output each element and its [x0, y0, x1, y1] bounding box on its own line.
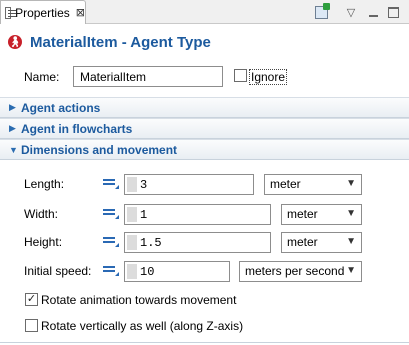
chevron-down-icon: ▼ — [346, 178, 356, 189]
agent-type-icon: 🚶︎ — [8, 35, 22, 49]
initial-speed-unit-select[interactable]: meters per second ▼ — [239, 261, 362, 282]
length-unit-select[interactable]: meter ▼ — [264, 174, 362, 195]
maximize-icon[interactable] — [387, 4, 399, 20]
field-mode-icon — [127, 235, 137, 250]
properties-icon — [5, 6, 17, 19]
rotate-animation-row: ✓ Rotate animation towards movement — [0, 290, 409, 310]
page-title: MaterialItem - Agent Type — [30, 33, 211, 51]
length-field[interactable]: 3 — [124, 174, 254, 195]
field-mode-icon — [127, 177, 137, 192]
initial-speed-unit: meters per second — [245, 264, 345, 278]
section-agent-in-flowcharts[interactable]: ▶ Agent in flowcharts — [0, 118, 409, 139]
minimize-icon[interactable] — [367, 4, 379, 20]
section-dimensions-and-movement[interactable]: ▼ Dimensions and movement — [0, 139, 409, 160]
width-field[interactable]: 1 — [124, 204, 271, 225]
rotate-vertical-row: Rotate vertically as well (along Z-axis) — [0, 316, 409, 336]
name-field[interactable] — [73, 66, 223, 87]
ignore-checkbox[interactable] — [234, 69, 247, 82]
section-divider — [0, 342, 409, 343]
static-value-icon[interactable] — [103, 236, 119, 247]
length-unit: meter — [270, 177, 301, 191]
height-unit: meter — [287, 235, 318, 249]
ignore-label[interactable]: Ignore — [249, 69, 288, 85]
rotate-vertical-checkbox[interactable] — [25, 319, 38, 332]
chevron-down-icon: ▼ — [346, 265, 356, 276]
chevron-down-icon: ▼ — [9, 144, 18, 155]
chevron-right-icon: ▶ — [9, 123, 16, 133]
length-value: 3 — [140, 178, 148, 192]
tab-title: Properties — [15, 5, 70, 20]
pin-view-icon[interactable] — [313, 2, 330, 20]
initial-speed-field[interactable]: 10 — [124, 261, 230, 282]
view-tab-bar: Properties ⊠ ▽ — [0, 0, 409, 24]
section-agent-actions[interactable]: ▶ Agent actions — [0, 97, 409, 118]
static-value-icon[interactable] — [103, 178, 119, 189]
section-label: Agent in flowcharts — [21, 121, 133, 136]
name-label: Name: — [24, 70, 60, 84]
rotate-animation-label[interactable]: Rotate animation towards movement — [41, 293, 236, 307]
section-label: Dimensions and movement — [21, 142, 178, 157]
height-row: Height: 1.5 meter ▼ — [0, 231, 409, 253]
height-field[interactable]: 1.5 — [124, 232, 271, 253]
length-row: Length: 3 meter ▼ — [0, 173, 409, 195]
width-label: Width: — [24, 207, 59, 221]
section-label: Agent actions — [21, 100, 101, 115]
initial-speed-label: Initial speed: — [24, 264, 92, 278]
width-unit: meter — [287, 207, 318, 221]
static-value-icon[interactable] — [103, 265, 119, 276]
height-unit-select[interactable]: meter ▼ — [281, 232, 362, 253]
width-unit-select[interactable]: meter ▼ — [281, 204, 362, 225]
width-row: Width: 1 meter ▼ — [0, 203, 409, 225]
length-label: Length: — [24, 177, 65, 191]
view-menu-icon[interactable]: ▽ — [345, 4, 357, 20]
rotate-vertical-label[interactable]: Rotate vertically as well (along Z-axis) — [41, 319, 243, 333]
width-value: 1 — [140, 208, 148, 222]
rotate-animation-checkbox[interactable]: ✓ — [25, 293, 38, 306]
properties-header: 🚶︎ MaterialItem - Agent Type — [0, 25, 409, 59]
field-mode-icon — [127, 264, 137, 279]
chevron-down-icon: ▼ — [346, 236, 356, 247]
initial-speed-row: Initial speed: 10 meters per second ▼ — [0, 260, 409, 282]
static-value-icon[interactable] — [103, 208, 119, 219]
close-icon[interactable]: ⊠ — [76, 6, 85, 19]
chevron-down-icon: ▼ — [346, 208, 356, 219]
height-label: Height: — [24, 235, 63, 249]
initial-speed-value: 10 — [140, 265, 155, 279]
tab-properties[interactable]: Properties ⊠ — [0, 0, 86, 24]
name-row: Name: Ignore — [0, 60, 409, 94]
height-value: 1.5 — [140, 236, 162, 250]
chevron-right-icon: ▶ — [9, 102, 16, 112]
field-mode-icon — [127, 207, 137, 222]
